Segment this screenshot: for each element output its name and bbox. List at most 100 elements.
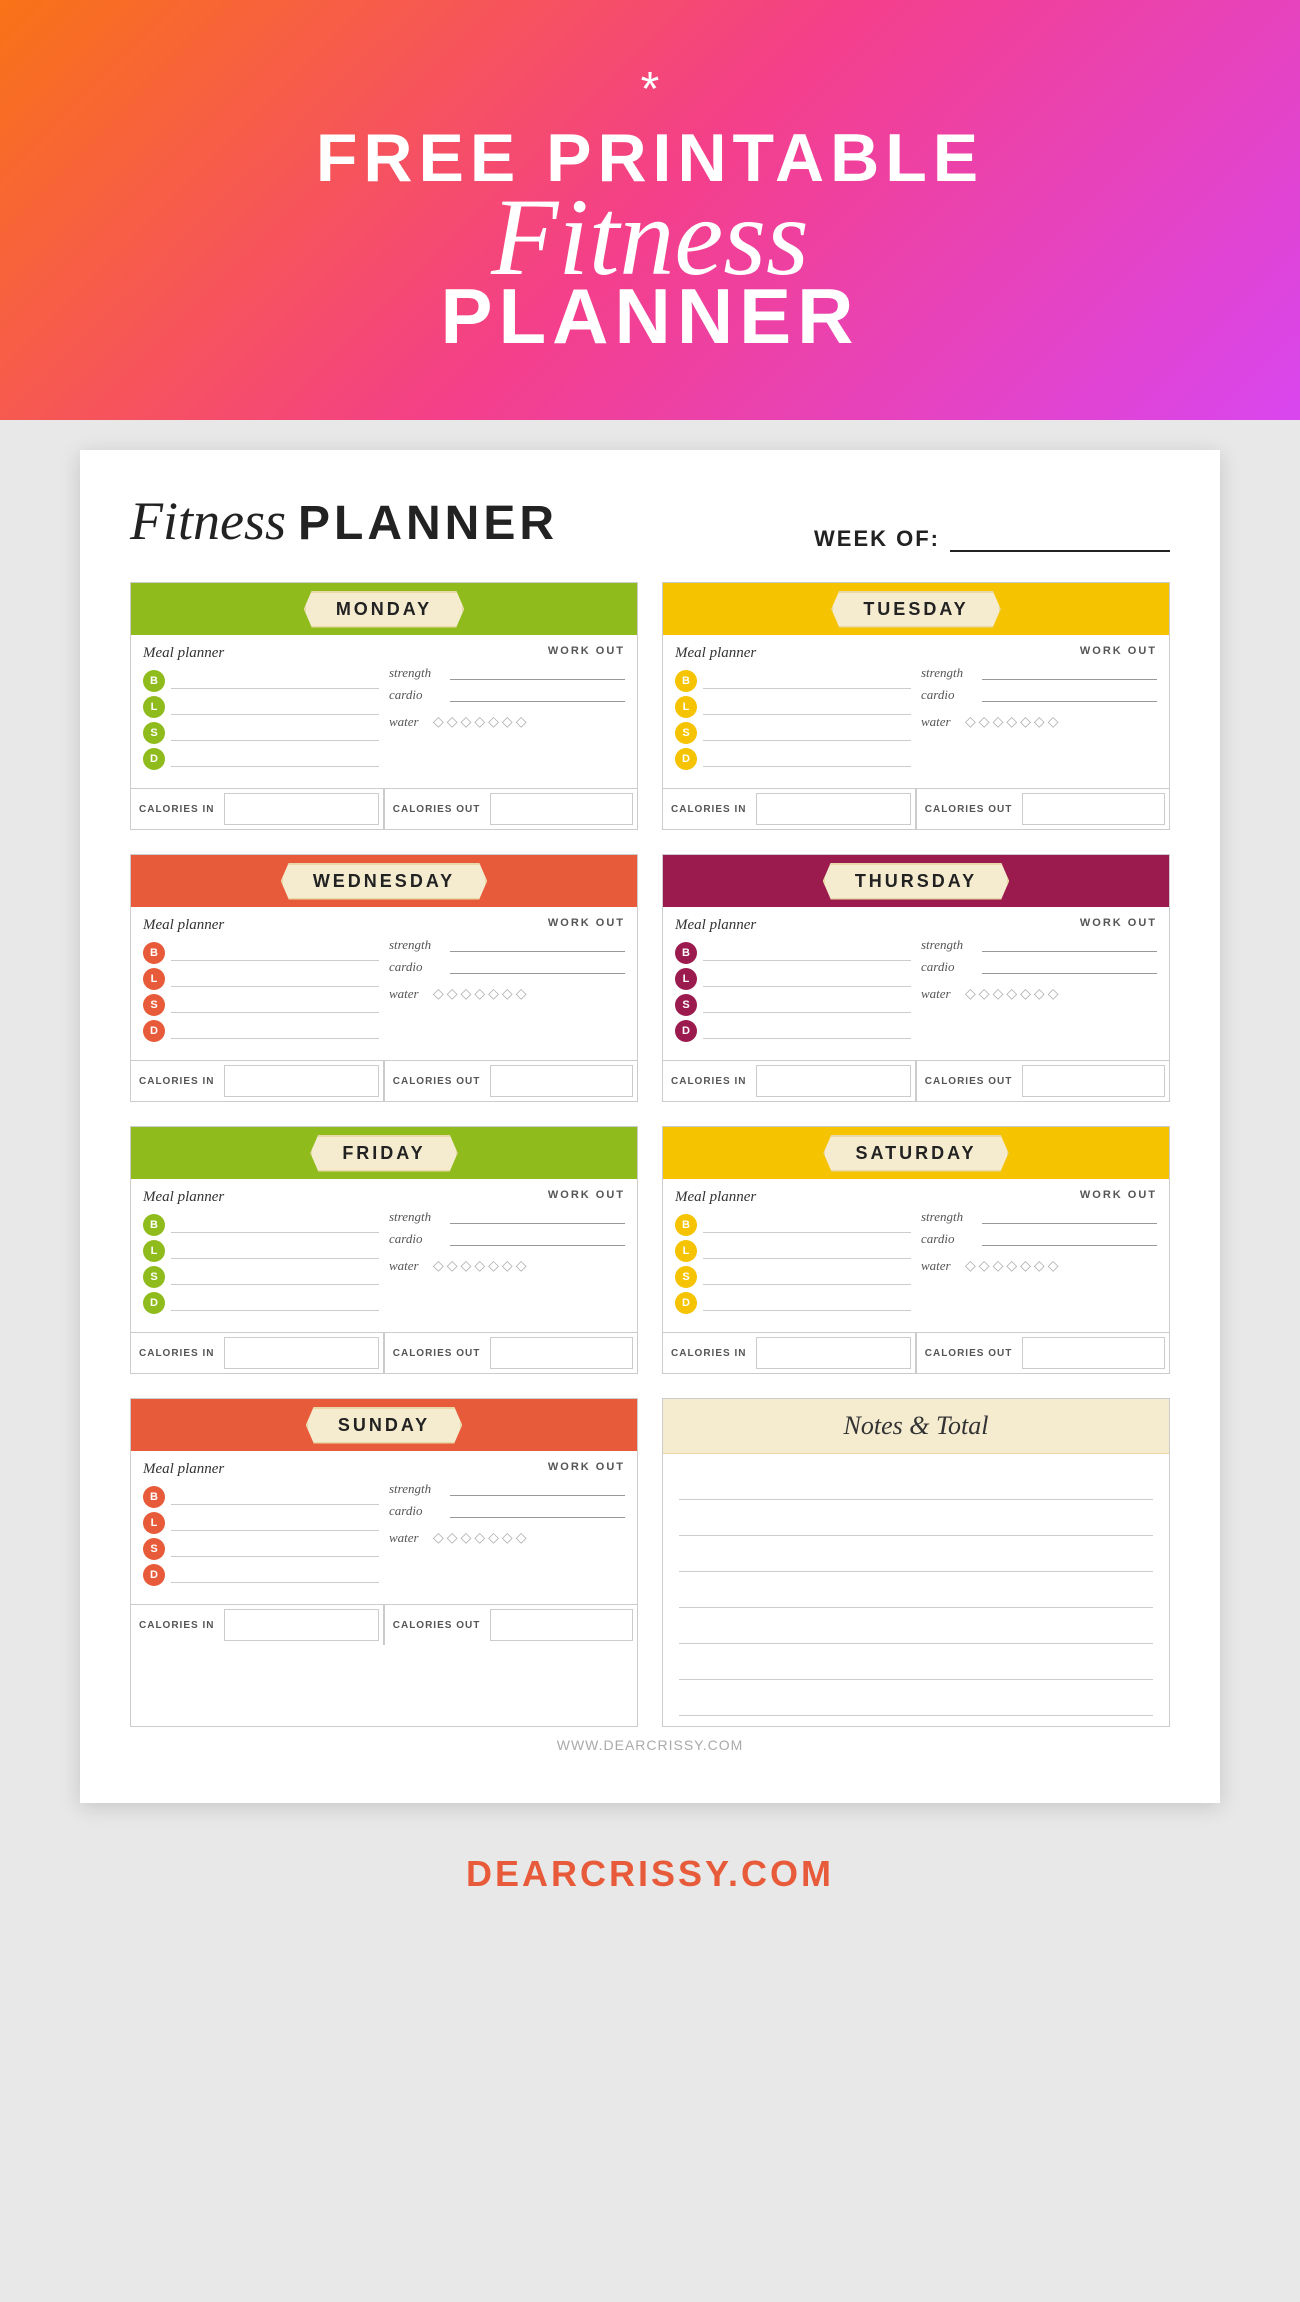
calories-in-value[interactable] xyxy=(224,1065,379,1097)
workout-input-line[interactable] xyxy=(450,688,625,702)
notes-line[interactable] xyxy=(679,1572,1153,1608)
meal-input-line[interactable] xyxy=(171,1217,379,1233)
water-drop[interactable]: ◇ xyxy=(1020,713,1031,730)
water-drop[interactable]: ◇ xyxy=(516,713,527,730)
notes-line[interactable] xyxy=(679,1644,1153,1680)
water-drop[interactable]: ◇ xyxy=(516,985,527,1002)
water-drop[interactable]: ◇ xyxy=(502,713,513,730)
water-drop[interactable]: ◇ xyxy=(502,1529,513,1546)
meal-input-line[interactable] xyxy=(171,1567,379,1583)
water-drop[interactable]: ◇ xyxy=(474,713,485,730)
meal-input-line[interactable] xyxy=(703,1295,911,1311)
calories-out-value[interactable] xyxy=(1022,1337,1165,1369)
meal-input-line[interactable] xyxy=(171,945,379,961)
water-drop[interactable]: ◇ xyxy=(502,1257,513,1274)
water-drop[interactable]: ◇ xyxy=(965,713,976,730)
water-drop[interactable]: ◇ xyxy=(1034,713,1045,730)
notes-line[interactable] xyxy=(679,1500,1153,1536)
water-drop[interactable]: ◇ xyxy=(516,1257,527,1274)
workout-input-line[interactable] xyxy=(982,960,1157,974)
workout-input-line[interactable] xyxy=(982,1210,1157,1224)
workout-input-line[interactable] xyxy=(982,666,1157,680)
water-drop[interactable]: ◇ xyxy=(433,1257,444,1274)
calories-out-value[interactable] xyxy=(490,1609,633,1641)
workout-input-line[interactable] xyxy=(982,688,1157,702)
meal-input-line[interactable] xyxy=(703,1243,911,1259)
water-drop[interactable]: ◇ xyxy=(1020,1257,1031,1274)
meal-input-line[interactable] xyxy=(171,1541,379,1557)
meal-input-line[interactable] xyxy=(703,971,911,987)
water-drop[interactable]: ◇ xyxy=(474,985,485,1002)
water-drop[interactable]: ◇ xyxy=(993,985,1004,1002)
water-drop[interactable]: ◇ xyxy=(447,1257,458,1274)
calories-out-value[interactable] xyxy=(490,793,633,825)
workout-input-line[interactable] xyxy=(450,1504,625,1518)
water-drop[interactable]: ◇ xyxy=(1048,985,1059,1002)
meal-input-line[interactable] xyxy=(171,1023,379,1039)
meal-input-line[interactable] xyxy=(703,1269,911,1285)
water-drop[interactable]: ◇ xyxy=(979,713,990,730)
calories-out-value[interactable] xyxy=(1022,1065,1165,1097)
meal-input-line[interactable] xyxy=(171,725,379,741)
calories-out-value[interactable] xyxy=(1022,793,1165,825)
meal-input-line[interactable] xyxy=(171,673,379,689)
water-drop[interactable]: ◇ xyxy=(433,713,444,730)
water-drop[interactable]: ◇ xyxy=(433,1529,444,1546)
water-drop[interactable]: ◇ xyxy=(474,1529,485,1546)
meal-input-line[interactable] xyxy=(171,751,379,767)
notes-line[interactable] xyxy=(679,1464,1153,1500)
water-drop[interactable]: ◇ xyxy=(488,985,499,1002)
water-drop[interactable]: ◇ xyxy=(1048,1257,1059,1274)
water-drop[interactable]: ◇ xyxy=(461,1257,472,1274)
water-drop[interactable]: ◇ xyxy=(447,985,458,1002)
water-drop[interactable]: ◇ xyxy=(447,1529,458,1546)
water-drop[interactable]: ◇ xyxy=(965,985,976,1002)
meal-input-line[interactable] xyxy=(703,1217,911,1233)
water-drop[interactable]: ◇ xyxy=(502,985,513,1002)
water-drop[interactable]: ◇ xyxy=(461,1529,472,1546)
meal-input-line[interactable] xyxy=(703,1023,911,1039)
calories-in-value[interactable] xyxy=(756,1337,911,1369)
notes-line[interactable] xyxy=(679,1608,1153,1644)
meal-input-line[interactable] xyxy=(703,945,911,961)
meal-input-line[interactable] xyxy=(171,1489,379,1505)
water-drop[interactable]: ◇ xyxy=(474,1257,485,1274)
calories-in-value[interactable] xyxy=(224,1609,379,1641)
notes-line[interactable] xyxy=(679,1680,1153,1716)
meal-input-line[interactable] xyxy=(703,699,911,715)
meal-input-line[interactable] xyxy=(171,971,379,987)
water-drop[interactable]: ◇ xyxy=(516,1529,527,1546)
water-drop[interactable]: ◇ xyxy=(993,1257,1004,1274)
notes-line[interactable] xyxy=(679,1536,1153,1572)
workout-input-line[interactable] xyxy=(450,938,625,952)
water-drop[interactable]: ◇ xyxy=(1020,985,1031,1002)
meal-input-line[interactable] xyxy=(171,699,379,715)
meal-input-line[interactable] xyxy=(171,997,379,1013)
meal-input-line[interactable] xyxy=(703,751,911,767)
water-drop[interactable]: ◇ xyxy=(1048,713,1059,730)
calories-out-value[interactable] xyxy=(490,1337,633,1369)
water-drop[interactable]: ◇ xyxy=(965,1257,976,1274)
workout-input-line[interactable] xyxy=(982,1232,1157,1246)
water-drop[interactable]: ◇ xyxy=(488,1529,499,1546)
workout-input-line[interactable] xyxy=(450,1210,625,1224)
water-drop[interactable]: ◇ xyxy=(1006,1257,1017,1274)
meal-input-line[interactable] xyxy=(703,997,911,1013)
calories-in-value[interactable] xyxy=(224,793,379,825)
water-drop[interactable]: ◇ xyxy=(1034,985,1045,1002)
water-drop[interactable]: ◇ xyxy=(979,985,990,1002)
water-drop[interactable]: ◇ xyxy=(461,713,472,730)
meal-input-line[interactable] xyxy=(171,1295,379,1311)
workout-input-line[interactable] xyxy=(450,1232,625,1246)
water-drop[interactable]: ◇ xyxy=(1006,713,1017,730)
water-drop[interactable]: ◇ xyxy=(447,713,458,730)
meal-input-line[interactable] xyxy=(171,1269,379,1285)
water-drop[interactable]: ◇ xyxy=(433,985,444,1002)
meal-input-line[interactable] xyxy=(703,673,911,689)
calories-out-value[interactable] xyxy=(490,1065,633,1097)
water-drop[interactable]: ◇ xyxy=(1006,985,1017,1002)
water-drop[interactable]: ◇ xyxy=(488,1257,499,1274)
calories-in-value[interactable] xyxy=(224,1337,379,1369)
workout-input-line[interactable] xyxy=(982,938,1157,952)
calories-in-value[interactable] xyxy=(756,1065,911,1097)
